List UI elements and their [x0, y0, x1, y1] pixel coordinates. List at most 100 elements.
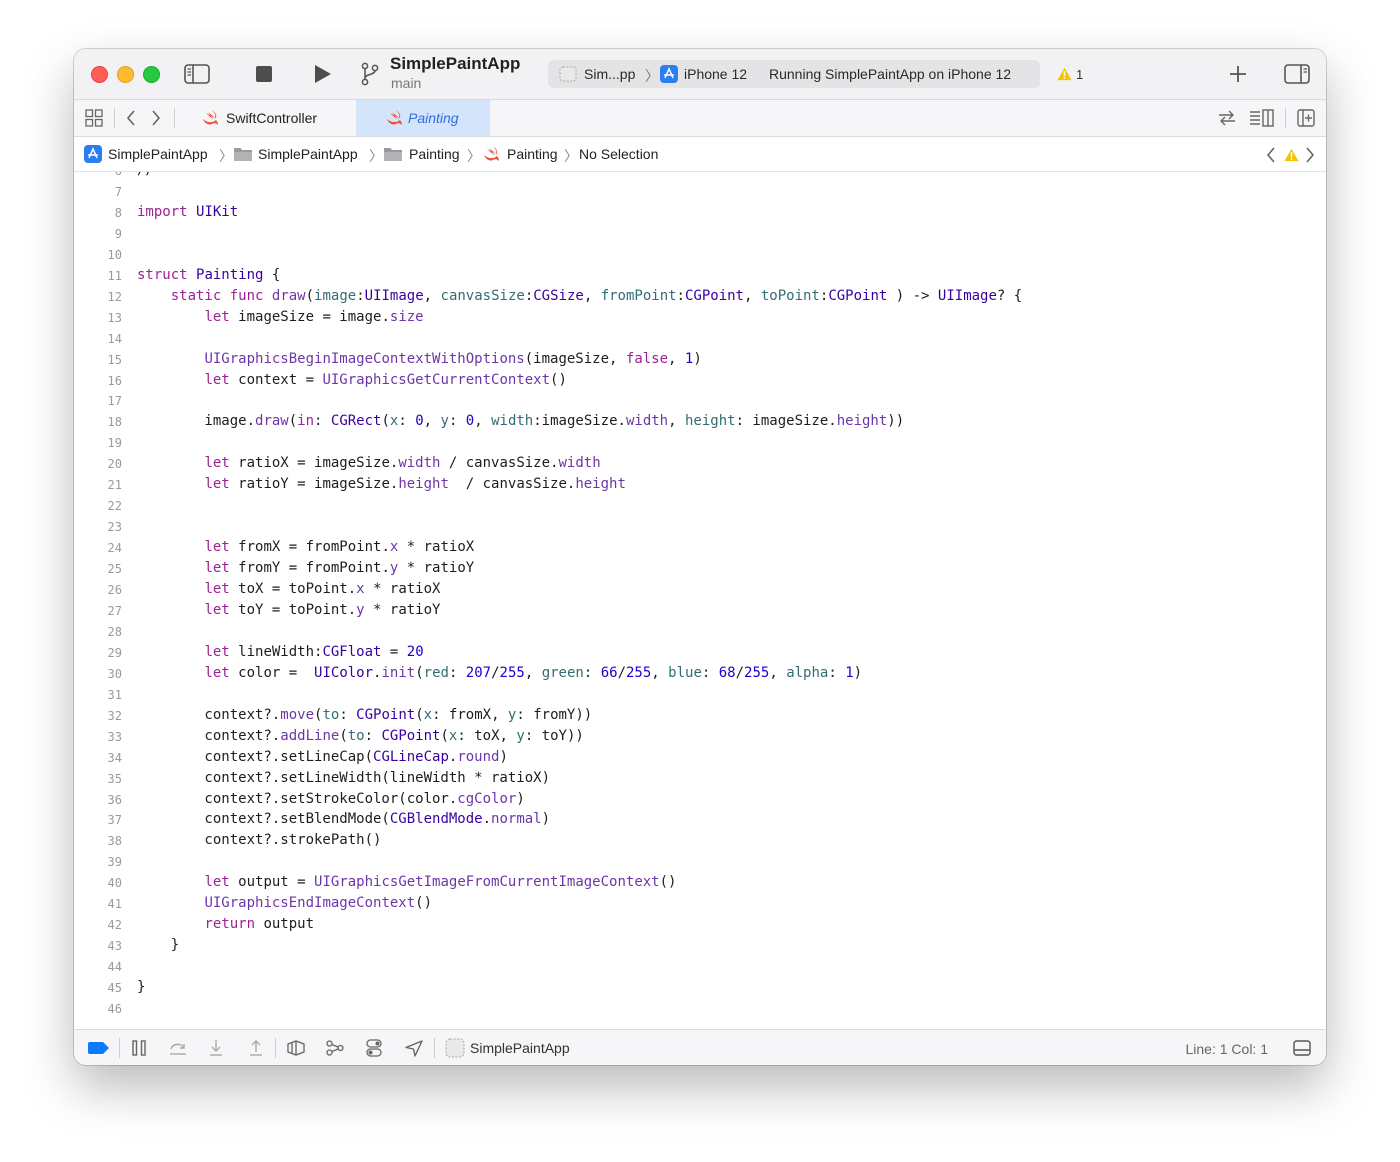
- line-number: 32: [107, 708, 122, 723]
- code-line[interactable]: let ratioX = imageSize.width / canvasSiz…: [137, 455, 600, 471]
- code-line[interactable]: let fromX = fromPoint.x * ratioX: [137, 539, 474, 555]
- code-line[interactable]: context?.strokePath(): [137, 832, 381, 848]
- device-name[interactable]: iPhone 12: [684, 66, 747, 82]
- minimize-button[interactable]: [117, 66, 134, 83]
- location-arrow-icon[interactable]: [405, 1040, 423, 1057]
- play-icon[interactable]: [314, 64, 332, 84]
- breadcrumb-item-group[interactable]: SimplePaintApp: [258, 146, 358, 162]
- close-button[interactable]: [91, 66, 108, 83]
- branch-icon[interactable]: [360, 62, 380, 86]
- code-line[interactable]: let imageSize = image.size: [137, 309, 423, 325]
- add-editor-icon[interactable]: [1297, 109, 1315, 127]
- chevron-left-icon[interactable]: [1266, 147, 1276, 163]
- code-line[interactable]: let fromY = fromPoint.y * ratioY: [137, 560, 474, 576]
- breadcrumb-item-project[interactable]: SimplePaintApp: [108, 146, 208, 162]
- code-line[interactable]: context?.addLine(to: CGPoint(x: toX, y: …: [137, 728, 583, 744]
- warning-count[interactable]: 1: [1076, 67, 1083, 82]
- line-number: 36: [107, 792, 122, 807]
- code-line[interactable]: static func draw(image:UIImage, canvasSi…: [137, 288, 1023, 304]
- breakpoint-toggle-icon[interactable]: [88, 1042, 109, 1054]
- line-number: 17: [107, 394, 122, 409]
- scheme-name[interactable]: Sim...pp: [584, 66, 635, 82]
- divider: [275, 1038, 276, 1058]
- memory-graph-icon[interactable]: [326, 1040, 344, 1056]
- line-number: 39: [107, 855, 122, 870]
- code-line[interactable]: let ratioY = imageSize.height / canvasSi…: [137, 476, 625, 492]
- code-line[interactable]: import UIKit: [137, 204, 238, 220]
- view-hierarchy-icon[interactable]: [287, 1040, 305, 1056]
- breadcrumb-item-selection[interactable]: No Selection: [579, 146, 658, 162]
- zoom-button[interactable]: [143, 66, 160, 83]
- sidebar-right-icon[interactable]: [1284, 64, 1310, 84]
- debug-bar: SimplePaintApp Line: 1 Col: 1: [74, 1029, 1326, 1065]
- code-line[interactable]: let toX = toPoint.x * ratioX: [137, 581, 440, 597]
- line-number: 23: [107, 520, 122, 535]
- line-number: 40: [107, 876, 122, 891]
- activity-viewer[interactable]: Sim...pp 〉 iPhone 12 Running SimplePaint…: [548, 60, 1040, 88]
- editor-options-icon[interactable]: [1249, 109, 1274, 127]
- code-line[interactable]: //: [137, 172, 154, 178]
- code-line[interactable]: let toY = toPoint.y * ratioY: [137, 602, 440, 618]
- code-line[interactable]: context?.setLineWidth(lineWidth * ratioX…: [137, 770, 550, 786]
- line-number: 44: [107, 960, 122, 975]
- line-number: 30: [107, 666, 122, 681]
- code-editor[interactable]: 6 7 8 9 10 11 12 13 14 15 16 17 18 19 20 21 22 23 24 25 26 27…: [74, 172, 1326, 1029]
- code-line[interactable]: image.draw(in: CGRect(x: 0, y: 0, width:…: [137, 413, 904, 429]
- chevron-right-icon: 〉: [645, 68, 659, 84]
- chevron-left-icon[interactable]: [126, 110, 136, 126]
- chevron-right-icon[interactable]: [1305, 147, 1315, 163]
- line-number: 25: [107, 562, 122, 577]
- code-line[interactable]: context?.setStrokeColor(color.cgColor): [137, 791, 524, 807]
- sidebar-left-icon[interactable]: [184, 64, 210, 84]
- breadcrumb-item-file[interactable]: Painting: [507, 146, 558, 162]
- code-line[interactable]: }: [137, 979, 145, 995]
- line-number: 46: [107, 1002, 122, 1016]
- environment-overrides-icon[interactable]: [366, 1039, 382, 1057]
- step-out-icon[interactable]: [249, 1039, 263, 1057]
- divider: [174, 108, 175, 128]
- code-line[interactable]: context?.setLineCap(CGLineCap.round): [137, 749, 507, 765]
- chevron-right-icon: 〉: [219, 148, 233, 164]
- breadcrumb-item-folder[interactable]: Painting: [409, 146, 460, 162]
- chevron-right-icon[interactable]: [151, 110, 161, 126]
- tab-painting[interactable]: Painting: [356, 100, 490, 136]
- line-number: 8: [114, 205, 122, 220]
- code-line[interactable]: let output = UIGraphicsGetImageFromCurre…: [137, 874, 676, 890]
- tab-label: Painting: [408, 110, 459, 126]
- line-number: 7: [114, 184, 122, 199]
- pause-icon[interactable]: [132, 1040, 146, 1056]
- line-number: 29: [107, 645, 122, 660]
- code-line[interactable]: context?.move(to: CGPoint(x: fromX, y: f…: [137, 707, 592, 723]
- line-number: 16: [107, 373, 122, 388]
- code-line[interactable]: UIGraphicsBeginImageContextWithOptions(i…: [137, 351, 701, 367]
- code-line[interactable]: return output: [137, 916, 314, 932]
- project-name: SimplePaintApp: [390, 54, 521, 73]
- code-line[interactable]: let color = UIColor.init(red: 207/255, g…: [137, 665, 862, 681]
- line-number: 35: [107, 771, 122, 786]
- code-line[interactable]: UIGraphicsEndImageContext(): [137, 895, 432, 911]
- warning-icon[interactable]: [1284, 148, 1299, 162]
- warning-icon[interactable]: [1057, 67, 1072, 81]
- line-number: 13: [107, 310, 122, 325]
- line-number: 18: [107, 415, 122, 430]
- code-line[interactable]: }: [137, 937, 179, 953]
- line-number: 11: [107, 268, 122, 283]
- code-line[interactable]: let lineWidth:CGFloat = 20: [137, 644, 423, 660]
- step-into-icon[interactable]: [209, 1039, 223, 1057]
- plus-icon[interactable]: [1230, 66, 1246, 82]
- code-line[interactable]: context?.setBlendMode(CGBlendMode.normal…: [137, 811, 550, 827]
- step-over-icon[interactable]: [169, 1040, 187, 1056]
- swap-arrows-icon[interactable]: [1218, 110, 1236, 126]
- breadcrumb: SimplePaintApp 〉 SimplePaintApp 〉 Painti…: [74, 137, 1326, 172]
- process-name[interactable]: SimplePaintApp: [470, 1040, 570, 1056]
- toolbar: SimplePaintApp main Sim...pp 〉 iPhone 12…: [74, 49, 1326, 100]
- line-number: 38: [107, 834, 122, 849]
- debug-area-toggle-icon[interactable]: [1293, 1040, 1311, 1056]
- line-number: 41: [107, 897, 122, 912]
- stop-icon[interactable]: [256, 66, 272, 82]
- tab-swiftcontroller[interactable]: SwiftController: [182, 100, 354, 136]
- grid-icon[interactable]: [85, 109, 103, 127]
- line-number: 15: [107, 352, 122, 367]
- code-line[interactable]: struct Painting {: [137, 267, 280, 283]
- code-line[interactable]: let context = UIGraphicsGetCurrentContex…: [137, 372, 566, 388]
